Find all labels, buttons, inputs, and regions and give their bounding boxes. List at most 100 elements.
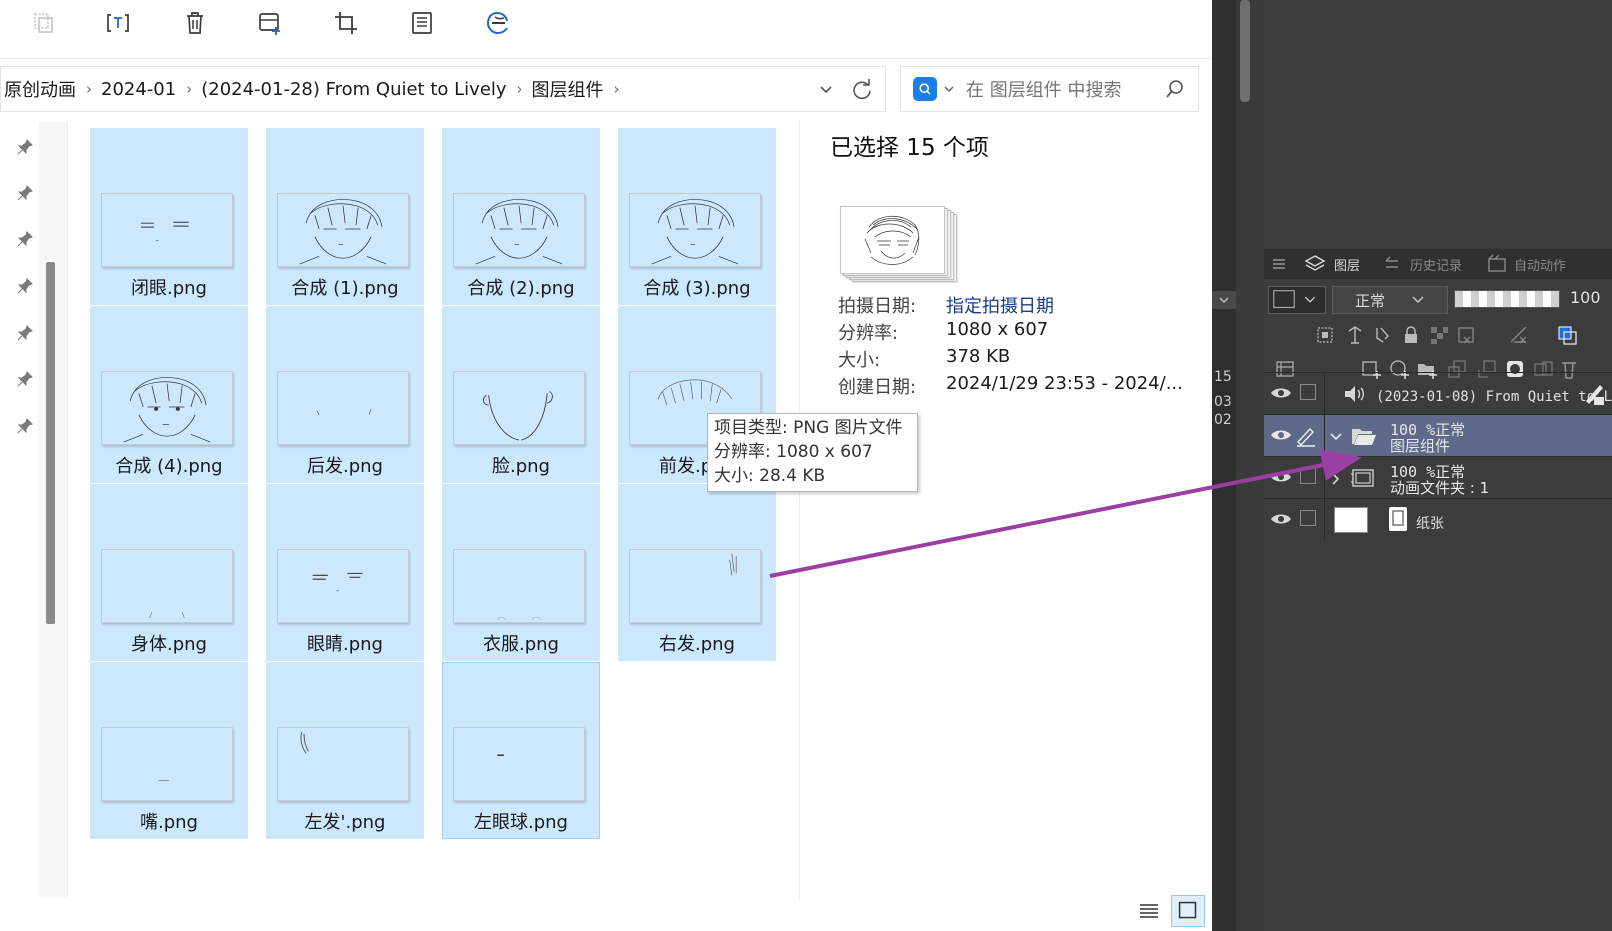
pin-icon[interactable] [16, 184, 34, 202]
lock-transparent-icon[interactable] [1428, 324, 1450, 346]
file-tile[interactable]: 脸.png [442, 306, 600, 483]
menu-icon[interactable] [1272, 257, 1286, 271]
tab-history[interactable]: 历史记录 [1382, 249, 1462, 279]
file-tile[interactable]: 嘴.png [90, 662, 248, 839]
layer-paper[interactable]: 纸张 [1264, 498, 1612, 541]
pin-icon[interactable] [16, 324, 34, 342]
breadcrumb-item-original-animation[interactable]: 原创动画 [1, 76, 79, 102]
layer-audio[interactable]: (2023-01-08) From Quiet to Live [1264, 372, 1612, 415]
recent-locations-chevron-icon[interactable] [815, 77, 837, 101]
address-bar[interactable]: 原创动画 › 2024-01 › (2024-01-28) From Quiet… [0, 66, 886, 112]
pin-icon[interactable] [16, 230, 34, 248]
visibility-eye-icon[interactable] [1270, 426, 1292, 444]
draft-layer-icon[interactable] [1372, 324, 1394, 346]
file-tile[interactable]: 合成 (3).png [618, 128, 776, 305]
file-tile[interactable]: 左发'.png [266, 662, 424, 839]
opacity-slider[interactable] [1454, 290, 1560, 308]
opacity-value[interactable]: 100 [1570, 288, 1601, 307]
expression-color-dropdown[interactable] [1268, 286, 1326, 314]
layer-mask-icon[interactable] [1456, 324, 1478, 346]
shot-date-value[interactable]: 指定拍摄日期 [946, 292, 1054, 318]
strip-number: 02 [1214, 412, 1232, 428]
copy-button[interactable] [26, 6, 62, 40]
lock-checkbox[interactable] [1300, 384, 1316, 400]
blend-mode-dropdown[interactable]: 正常 [1332, 286, 1448, 314]
file-tile[interactable]: 闭眼.png [90, 128, 248, 305]
chevron-right-icon[interactable]: › [510, 80, 529, 98]
file-tile[interactable]: 衣服.png [442, 484, 600, 661]
lock-icon[interactable] [1400, 324, 1422, 346]
tooltip-resolution: 分辨率: 1080 x 607 [714, 442, 873, 462]
search-box[interactable]: 在 图层组件 中搜索 [900, 66, 1199, 112]
rename-button[interactable] [100, 6, 136, 40]
layer-animation-folder[interactable]: 100 %正常 动画文件夹 : 1 [1264, 456, 1612, 499]
file-tile[interactable]: 左眼球.png [442, 662, 600, 839]
visibility-eye-icon[interactable] [1270, 468, 1292, 486]
visibility-eye-icon[interactable] [1270, 510, 1292, 528]
layer-options-bar [1264, 318, 1612, 352]
layer-folder-layer-components[interactable]: 100 %正常 图层组件 [1264, 414, 1612, 457]
large-icons-view-button[interactable] [1171, 895, 1205, 927]
lock-checkbox[interactable] [1300, 468, 1316, 484]
delete-button[interactable] [177, 6, 213, 40]
chevron-right-icon[interactable]: › [607, 80, 626, 98]
pin-icon[interactable] [16, 277, 34, 295]
file-name: 嘴.png [140, 812, 198, 833]
refresh-icon[interactable] [849, 75, 875, 103]
file-tile[interactable]: 合成 (2).png [442, 128, 600, 305]
pin-icon[interactable] [16, 417, 34, 435]
layer-color-icon[interactable] [1556, 324, 1578, 346]
file-thumbnail [101, 727, 233, 801]
tab-layer[interactable]: 图层 [1304, 249, 1360, 279]
search-icon[interactable] [1164, 78, 1186, 100]
file-tile[interactable]: 后发.png [266, 306, 424, 483]
lock-checkbox[interactable] [1300, 510, 1316, 526]
crop-button[interactable] [328, 6, 364, 40]
file-name: 眼睛.png [307, 634, 383, 655]
open-with-button[interactable] [480, 6, 516, 40]
strip-scrollbar-thumb[interactable] [1240, 0, 1250, 102]
chevron-down-icon[interactable] [1328, 429, 1344, 445]
chevron-right-icon[interactable]: › [179, 80, 198, 98]
layer-property-bar: 正常 100 [1264, 282, 1612, 318]
breadcrumb-item-project[interactable]: (2024-01-28) From Quiet to Lively [198, 79, 509, 100]
file-thumbnail [101, 193, 233, 267]
file-tile[interactable]: 右发.png [618, 484, 776, 661]
tab-auto-action[interactable]: 自动动作 [1486, 249, 1566, 279]
paper-icon [1389, 507, 1407, 531]
chevron-down-icon[interactable] [942, 82, 956, 96]
file-name: 左发'.png [304, 812, 386, 833]
chevron-down-icon[interactable] [1212, 291, 1236, 309]
view-switcher [1135, 893, 1207, 927]
file-tile[interactable]: 合成 (1).png [266, 128, 424, 305]
pin-icon[interactable] [16, 370, 34, 388]
nav-scrollbar[interactable] [38, 122, 68, 897]
reference-layer-icon[interactable] [1344, 324, 1366, 346]
pane-divider[interactable] [799, 120, 800, 900]
visibility-eye-icon[interactable] [1270, 384, 1292, 402]
chevron-right-icon[interactable]: › [79, 80, 98, 98]
command-bar [0, 0, 1212, 56]
set-wallpaper-button[interactable] [252, 6, 288, 40]
details-view-icon[interactable] [1135, 897, 1163, 925]
compress-button[interactable] [404, 6, 440, 40]
search-scope-icon[interactable] [913, 77, 937, 101]
breadcrumb-item-layer-components[interactable]: 图层组件 [529, 76, 607, 102]
file-tile[interactable]: 身体.png [90, 484, 248, 661]
file-tile[interactable]: 眼睛.png [266, 484, 424, 661]
strip-number: 15 [1214, 369, 1232, 385]
file-name: 合成 (3).png [643, 278, 751, 299]
search-input[interactable]: 在 图层组件 中搜索 [966, 76, 1121, 102]
copy-icon [34, 13, 53, 33]
chevron-right-icon[interactable] [1328, 471, 1344, 487]
pen-edit-target-icon[interactable] [1294, 425, 1318, 447]
clip-to-layer-icon[interactable] [1314, 324, 1336, 346]
pin-icon[interactable] [16, 138, 34, 156]
file-tile[interactable]: 合成 (4).png [90, 306, 248, 483]
file-name: 合成 (2).png [467, 278, 575, 299]
ruler-icon[interactable] [1508, 324, 1530, 346]
nav-scrollbar-thumb[interactable] [46, 262, 55, 624]
history-icon [1385, 256, 1398, 268]
file-thumbnail [277, 371, 409, 445]
breadcrumb-item-2024-01[interactable]: 2024-01 [98, 79, 179, 100]
